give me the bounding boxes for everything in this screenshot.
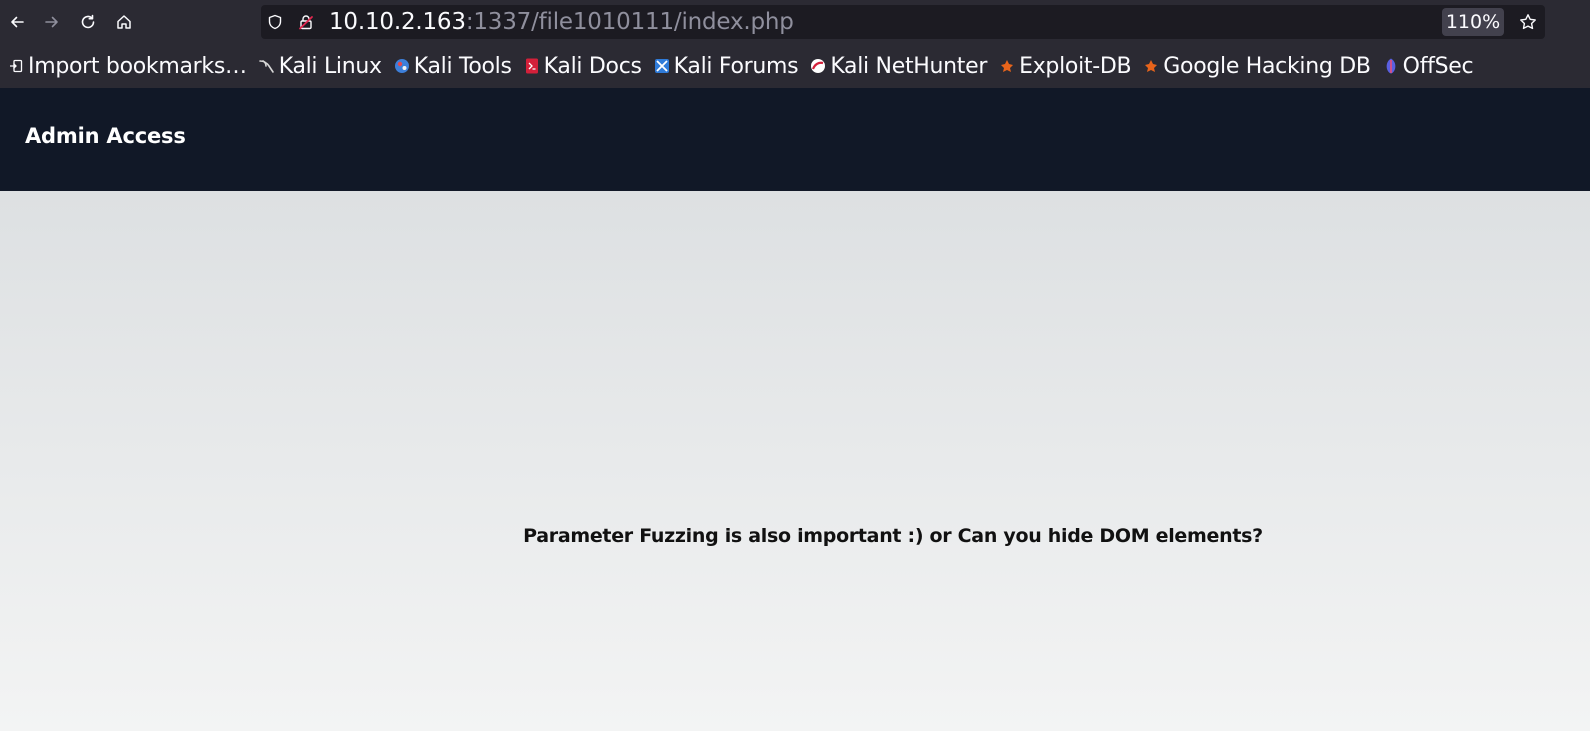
bookmark-kali-forums[interactable]: Kali Forums: [652, 48, 805, 84]
browser-toolbar: 10.10.2.163:1337/file1010111/index.php 1…: [0, 0, 1590, 44]
bookmark-label: Kali NetHunter: [830, 53, 988, 79]
bookmark-label: Exploit-DB: [1019, 53, 1132, 79]
kali-tools-icon: [394, 58, 410, 74]
bookmark-label: Kali Tools: [413, 53, 512, 79]
bookmarks-bar: Import bookmarks… Kali Linux Kali Tools …: [0, 44, 1590, 88]
bookmark-label: OffSec: [1402, 53, 1474, 79]
forward-arrow-icon: [45, 16, 58, 28]
reload-icon: [81, 14, 95, 29]
forward-button[interactable]: [37, 7, 67, 37]
url-bar[interactable]: 10.10.2.163:1337/file1010111/index.php 1…: [261, 5, 1545, 39]
reload-button[interactable]: [73, 7, 103, 37]
page-title: Admin Access: [25, 124, 186, 148]
bookmark-kali-docs[interactable]: Kali Docs: [522, 48, 648, 84]
import-icon: [8, 58, 24, 74]
main-content: Parameter Fuzzing is also important :) o…: [0, 191, 1590, 731]
bookmark-import[interactable]: Import bookmarks…: [6, 48, 253, 84]
offsec-icon: [1383, 58, 1399, 74]
main-message: Parameter Fuzzing is also important :) o…: [523, 525, 1263, 547]
site-header: Admin Access: [0, 88, 1590, 191]
shield-icon[interactable]: [266, 13, 284, 31]
bookmark-label: Kali Forums: [673, 53, 799, 79]
bookmark-kali-tools[interactable]: Kali Tools: [392, 48, 518, 84]
ghdb-icon: [1143, 58, 1159, 74]
bookmark-kali-nethunter[interactable]: Kali NetHunter: [808, 48, 993, 84]
bookmark-label: Kali Linux: [278, 53, 382, 79]
bookmark-kali-linux[interactable]: Kali Linux: [257, 48, 388, 84]
url-path: :1337/file1010111/index.php: [465, 9, 794, 35]
bookmark-label: Google Hacking DB: [1163, 53, 1371, 79]
url-host: 10.10.2.163: [329, 9, 466, 35]
bookmark-google-hacking-db[interactable]: Google Hacking DB: [1141, 48, 1376, 84]
kali-nethunter-icon: [810, 58, 826, 74]
exploit-db-icon: [999, 58, 1015, 74]
insecure-lock-icon[interactable]: [297, 13, 315, 31]
kali-linux-icon: [258, 58, 275, 74]
bookmark-label: Import bookmarks…: [28, 53, 247, 79]
bookmark-label: Kali Docs: [543, 53, 642, 79]
bookmark-star-button[interactable]: [1516, 10, 1540, 34]
star-icon: [1520, 14, 1536, 30]
kali-docs-icon: [524, 58, 540, 74]
kali-forums-icon: [654, 58, 670, 74]
url-text[interactable]: 10.10.2.163:1337/file1010111/index.php: [329, 7, 794, 37]
back-button[interactable]: [2, 7, 32, 37]
back-arrow-icon: [11, 16, 24, 28]
bookmark-offsec[interactable]: OffSec: [1381, 48, 1480, 84]
home-icon: [117, 15, 131, 29]
home-button[interactable]: [109, 7, 139, 37]
zoom-level-button[interactable]: 110%: [1442, 8, 1504, 36]
bookmark-exploit-db[interactable]: Exploit-DB: [997, 48, 1137, 84]
